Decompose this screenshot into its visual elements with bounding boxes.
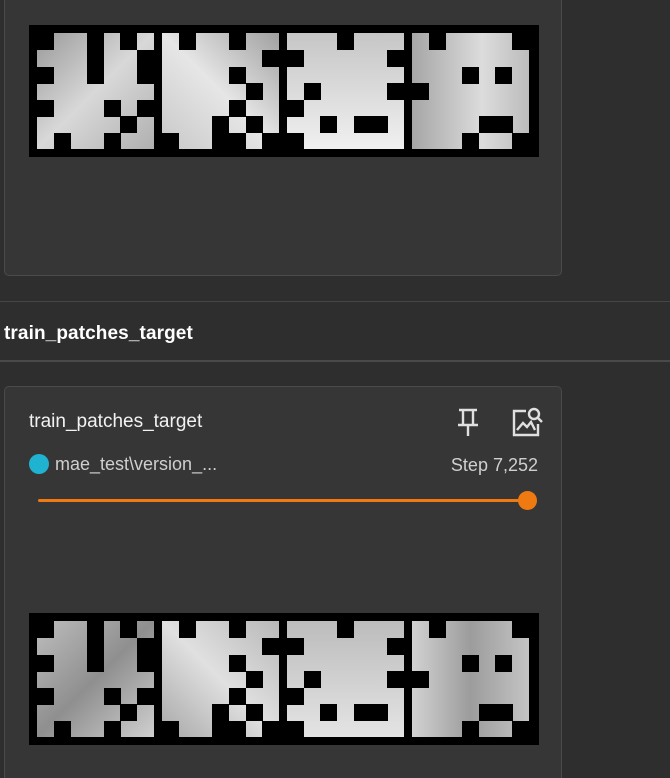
image-strip[interactable] [29,613,539,745]
pin-icon [458,408,478,436]
image-strip-previous[interactable] [29,25,539,157]
tag-group-header[interactable]: train_patches_target [0,302,670,362]
pin-button[interactable] [451,405,485,439]
run-indicator: mae_test\version_... [29,453,217,475]
step-slider[interactable] [38,489,537,513]
image-card: train_patches_target mae_test\version_..… [4,386,562,778]
step-slider-thumb[interactable] [518,491,537,510]
patch-grid-image [37,621,529,737]
image-card-previous [4,0,562,276]
run-name: mae_test\version_... [55,453,218,474]
image-search-icon [512,407,543,437]
run-color-dot [29,454,49,474]
step-slider-track[interactable] [38,499,528,502]
tag-group-title: train_patches_target [4,323,193,344]
card-title: train_patches_target [29,411,203,432]
patch-grid-image [37,33,529,149]
image-zoom-button[interactable] [510,405,544,439]
tensorboard-images-panel: train_patches_target train_patches_targe… [0,0,670,778]
step-label: Step 7,252 [450,455,538,475]
